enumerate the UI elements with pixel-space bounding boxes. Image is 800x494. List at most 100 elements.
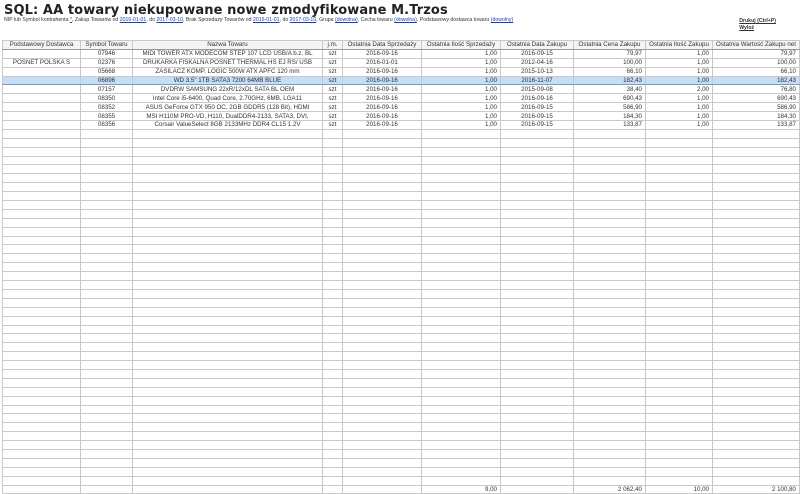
empty-cell: [342, 395, 422, 406]
column-header[interactable]: Podstawowy Dostawca: [2, 40, 81, 50]
empty-cell: [2, 297, 81, 308]
empty-cell: [80, 182, 133, 193]
empty-cell: [573, 271, 646, 282]
table-cell: 2016-09-16: [500, 93, 574, 104]
table-row[interactable]: 08355 MSI H110M PRO-VD, H110, DualDDR4-21…: [2, 111, 800, 122]
empty-cell: [573, 244, 646, 255]
empty-cell: [645, 137, 713, 148]
brak-od-link[interactable]: 2016-01-01: [253, 17, 280, 23]
logout-link[interactable]: Wyloż: [739, 25, 776, 32]
empty-cell: [342, 422, 422, 433]
empty-cell: [322, 217, 343, 228]
table-cell: 2016-01-01: [342, 57, 422, 68]
empty-cell: [500, 360, 574, 370]
empty-cell: [132, 297, 323, 308]
column-header[interactable]: Ostatnia Cena Zakupu: [573, 40, 646, 50]
empty-cell: [2, 244, 81, 255]
empty-cell: [500, 253, 574, 264]
empty-cell: [421, 253, 501, 264]
empty-cell: [132, 253, 323, 264]
empty-row: [2, 146, 800, 157]
column-header[interactable]: Ostatnia Data Sprzedaży: [342, 40, 422, 50]
empty-cell: [573, 288, 646, 299]
empty-cell: [421, 164, 501, 175]
table-cell: 06896: [80, 75, 133, 86]
empty-cell: [342, 137, 422, 148]
empty-cell: [645, 440, 713, 450]
column-header[interactable]: Ostatnia Ilość Sprzedaży: [421, 40, 501, 50]
empty-cell: [342, 208, 422, 219]
empty-cell: [80, 448, 133, 459]
table-cell: 690,43: [712, 93, 800, 104]
total-wartosc-zakupu: 2 100,80: [712, 484, 800, 494]
totals-row: 9,00 2 062,40 10,00 2 100,80: [2, 484, 800, 494]
table-cell: szt: [322, 66, 343, 77]
empty-row: [2, 475, 800, 486]
table-row[interactable]: 08356 Corsair ValueSelect 8GB 2133MHz DDR…: [2, 120, 800, 130]
table-cell: szt: [322, 93, 343, 104]
empty-cell: [712, 146, 800, 157]
empty-cell: [645, 342, 713, 353]
empty-cell: [500, 440, 574, 450]
brak-do-link[interactable]: 2017-03-10: [290, 17, 317, 23]
empty-cell: [80, 200, 133, 210]
empty-cell: [80, 413, 133, 424]
empty-cell: [573, 217, 646, 228]
empty-cell: [421, 137, 501, 148]
table-cell: 08356: [80, 120, 133, 130]
empty-cell: [573, 297, 646, 308]
empty-cell: [132, 164, 323, 175]
table-cell: 07157: [80, 84, 133, 95]
grupa-link[interactable]: (dowolna): [335, 17, 358, 23]
empty-cell: [500, 235, 574, 246]
empty-cell: [2, 386, 81, 397]
empty-cell: [2, 413, 81, 424]
column-header[interactable]: j.m.: [322, 40, 343, 50]
empty-cell: [2, 191, 81, 202]
empty-row: [2, 457, 800, 468]
empty-cell: [421, 315, 501, 326]
empty-row: [2, 164, 800, 175]
nip-value-link[interactable]: *: [70, 17, 72, 23]
table-row[interactable]: 06896 WD 3.5" 1TB SATA3 7200 64MB BLUE szt…: [2, 75, 800, 86]
table-cell: 38,40: [573, 84, 646, 95]
column-header[interactable]: Ostatnia Data Zakupu: [500, 40, 574, 50]
empty-cell: [421, 404, 501, 415]
table-cell: [2, 102, 81, 113]
empty-cell: [342, 360, 422, 370]
empty-cell: [500, 315, 574, 326]
empty-cell: [342, 155, 422, 166]
empty-cell: [573, 324, 646, 335]
empty-cell: [500, 200, 574, 210]
empty-cell: [2, 466, 81, 477]
empty-cell: [573, 440, 646, 450]
table-row[interactable]: 07157 DVDRW SAMSUNG 22xR/12xDL SATA BL OE…: [2, 84, 800, 95]
empty-row: [2, 333, 800, 344]
table-cell: 1,00: [421, 75, 501, 86]
table-row[interactable]: 05668 ZASILACZ KOMP. LOGIC 500W ATX APFC …: [2, 66, 800, 77]
table-cell: 1,00: [421, 120, 501, 130]
empty-cell: [80, 280, 133, 290]
totals-cell-empty: [80, 484, 133, 494]
empty-cell: [421, 457, 501, 468]
empty-cell: [342, 235, 422, 246]
empty-row: [2, 155, 800, 166]
table-row[interactable]: 08352 ASUS GeForce GTX 950 OC, 2GB GDDR5 …: [2, 102, 800, 113]
print-link[interactable]: Drukuj (Ctrl+P): [739, 18, 776, 25]
table-row[interactable]: 08350 Intel Core i5-6400, Quad Core, 2.70…: [2, 93, 800, 104]
zakup-od-link[interactable]: 2016-01-01: [120, 17, 147, 23]
table-cell: ZASILACZ KOMP. LOGIC 500W ATX APFC 120 m…: [132, 66, 323, 77]
cecha-link[interactable]: (dowolna): [394, 17, 417, 23]
table-row[interactable]: 07946 MIDI TOWER ATX MODECOM STEP 107 LCD…: [2, 48, 800, 59]
empty-row: [2, 173, 800, 184]
empty-cell: [645, 351, 713, 362]
zakup-do-link[interactable]: 2017-03-10: [156, 17, 183, 23]
column-header[interactable]: Ostatnia Wartość Zakupu net: [712, 40, 800, 50]
column-header[interactable]: Ostatnia Ilość Zakupu: [645, 40, 713, 50]
column-header[interactable]: Nazwa Towaru: [132, 40, 323, 50]
column-header[interactable]: Symbol Towaru: [80, 40, 133, 50]
table-row[interactable]: POSNET POLSKA S 02376 DRUKARKA FISKALNA PO…: [2, 57, 800, 68]
empty-cell: [421, 324, 501, 335]
table-cell: 182,43: [573, 75, 646, 86]
dostawca-link[interactable]: (dowolny): [491, 17, 514, 23]
